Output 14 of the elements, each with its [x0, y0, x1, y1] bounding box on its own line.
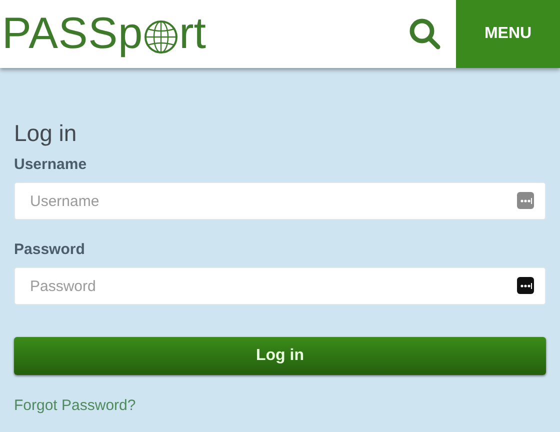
logo-text[interactable]: PASSp [2, 12, 144, 56]
page-title: Log in [14, 122, 78, 145]
text-field[interactable]: Username [14, 182, 546, 220]
dots-icon[interactable] [517, 277, 534, 294]
menu-button[interactable]: MENU [456, 0, 560, 68]
globe-icon [144, 20, 178, 54]
dots-icon[interactable] [517, 192, 534, 209]
forgot-password-link[interactable]: Forgot Password? [14, 395, 136, 418]
field-label: Username [14, 157, 88, 172]
search-icon[interactable] [408, 17, 442, 51]
text-field[interactable]: Password [14, 267, 546, 305]
field-label: Password [14, 242, 86, 257]
login-button[interactable]: Log in [14, 337, 546, 375]
logo-text[interactable]: rt [179, 12, 206, 56]
